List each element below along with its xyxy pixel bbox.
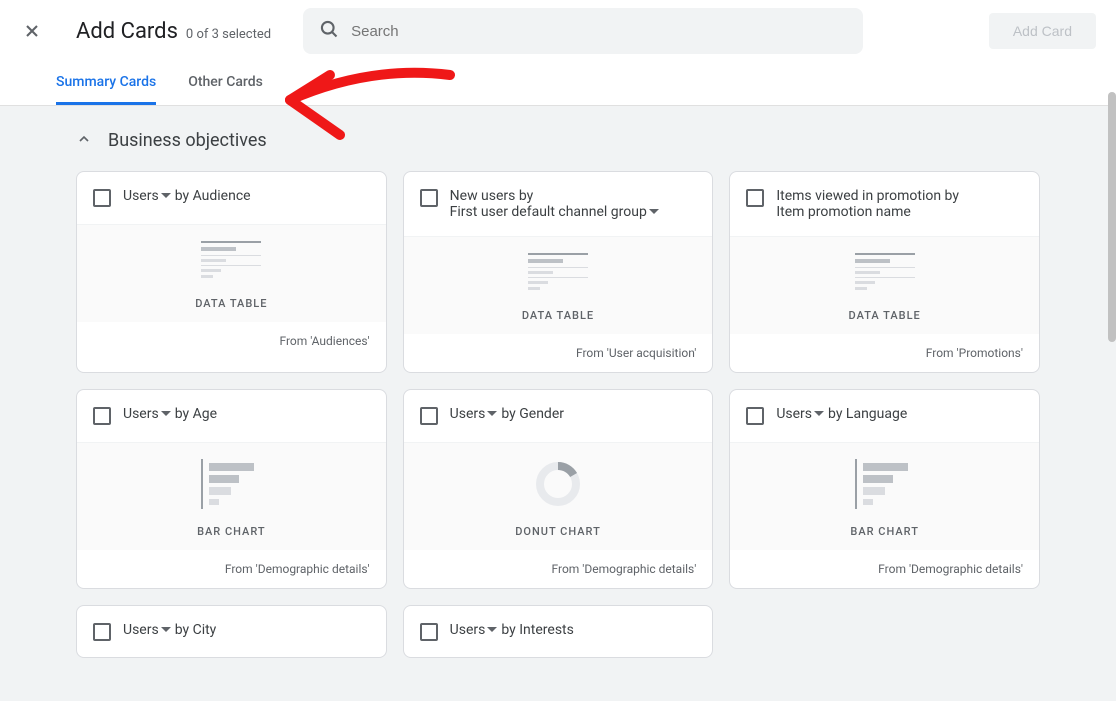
card-checkbox[interactable] [93, 189, 111, 207]
close-icon[interactable] [20, 19, 44, 43]
dimension-dropdown[interactable]: First user default channel group [450, 204, 659, 220]
metric-dropdown[interactable]: Users [123, 622, 171, 638]
dropdown-icon [161, 625, 171, 635]
card-header: Items viewed in promotion by Item promot… [730, 172, 1039, 236]
card-checkbox[interactable] [746, 189, 764, 207]
donut-chart-icon [533, 459, 583, 513]
header: Add Cards 0 of 3 selected Add Card [0, 0, 1116, 62]
scrollbar[interactable] [1108, 92, 1116, 342]
bar-chart-icon [201, 459, 261, 513]
card-users-by-language: Users by Language BAR CHART From 'Demogr… [729, 389, 1040, 589]
data-table-icon [528, 253, 588, 297]
card-header: Users by Gender [404, 390, 713, 442]
tab-other-cards[interactable]: Other Cards [188, 62, 263, 105]
preview-label: DATA TABLE [849, 309, 921, 322]
cards-grid: Users by Audience DATA TABLE From 'Audie… [76, 171, 1040, 658]
dropdown-icon [649, 207, 659, 217]
card-preview: BAR CHART [730, 442, 1039, 550]
card-new-users-by-channel: New users by First user default channel … [403, 171, 714, 373]
card-preview: BAR CHART [77, 442, 386, 550]
card-checkbox[interactable] [93, 407, 111, 425]
card-header: Users by Language [730, 390, 1039, 442]
page-title: Add Cards [76, 19, 178, 44]
title-area: Add Cards 0 of 3 selected [76, 19, 271, 44]
card-source: From 'User acquisition' [404, 334, 713, 372]
card-header: New users by First user default channel … [404, 172, 713, 236]
card-header: Users by Age [77, 390, 386, 442]
dropdown-icon [487, 625, 497, 635]
metric-dropdown[interactable]: Users [450, 406, 498, 422]
selection-count: 0 of 3 selected [186, 27, 271, 42]
card-title: Items viewed in promotion by Item promot… [776, 188, 959, 220]
search-input[interactable] [351, 23, 847, 40]
card-preview: DONUT CHART [404, 442, 713, 550]
preview-label: DATA TABLE [195, 297, 267, 310]
dropdown-icon [487, 409, 497, 419]
preview-label: DATA TABLE [522, 309, 594, 322]
card-checkbox[interactable] [420, 623, 438, 641]
card-title: Users by Audience [123, 188, 251, 204]
card-preview: DATA TABLE [730, 236, 1039, 334]
card-preview: DATA TABLE [77, 224, 386, 322]
tabs: Summary Cards Other Cards [0, 62, 1116, 106]
preview-label: DONUT CHART [515, 525, 601, 538]
card-source: From 'Demographic details' [730, 550, 1039, 588]
add-card-button[interactable]: Add Card [989, 13, 1096, 49]
card-checkbox[interactable] [420, 189, 438, 207]
card-title: Users by Interests [450, 622, 574, 638]
card-items-viewed-promotion: Items viewed in promotion by Item promot… [729, 171, 1040, 373]
card-title: Users by City [123, 622, 216, 638]
card-checkbox[interactable] [746, 407, 764, 425]
card-preview: DATA TABLE [404, 236, 713, 334]
metric-dropdown[interactable]: Users [123, 188, 171, 204]
metric-dropdown[interactable]: Users [450, 622, 498, 638]
card-source: From 'Demographic details' [77, 550, 386, 588]
card-users-by-gender: Users by Gender DONUT CHART From 'Demogr… [403, 389, 714, 589]
card-title: Users by Gender [450, 406, 564, 422]
data-table-icon [201, 241, 261, 285]
preview-label: BAR CHART [850, 525, 919, 538]
card-users-by-city: Users by City [76, 605, 387, 658]
card-users-by-audience: Users by Audience DATA TABLE From 'Audie… [76, 171, 387, 373]
chevron-up-icon [76, 131, 92, 151]
section-title: Business objectives [108, 130, 267, 151]
tab-summary-cards[interactable]: Summary Cards [56, 62, 156, 105]
card-users-by-interests: Users by Interests [403, 605, 714, 658]
card-checkbox[interactable] [93, 623, 111, 641]
card-header: Users by City [77, 606, 386, 657]
card-source: From 'Audiences' [77, 322, 386, 360]
card-source: From 'Promotions' [730, 334, 1039, 372]
content-area: Business objectives Users by Audience DA [0, 106, 1116, 701]
dropdown-icon [161, 191, 171, 201]
card-header: Users by Interests [404, 606, 713, 657]
section-header[interactable]: Business objectives [76, 130, 1040, 151]
metric-dropdown[interactable]: Users [776, 406, 824, 422]
card-source: From 'Demographic details' [404, 550, 713, 588]
card-users-by-age: Users by Age BAR CHART From 'Demographic… [76, 389, 387, 589]
card-title: New users by First user default channel … [450, 188, 659, 220]
card-header: Users by Audience [77, 172, 386, 224]
card-title: Users by Age [123, 406, 217, 422]
dropdown-icon [814, 409, 824, 419]
card-checkbox[interactable] [420, 407, 438, 425]
metric-dropdown[interactable]: Users [123, 406, 171, 422]
bar-chart-icon [855, 459, 915, 513]
card-title: Users by Language [776, 406, 907, 422]
search-icon [319, 19, 339, 43]
search-box[interactable] [303, 8, 863, 54]
preview-label: BAR CHART [197, 525, 266, 538]
dropdown-icon [161, 409, 171, 419]
data-table-icon [855, 253, 915, 297]
